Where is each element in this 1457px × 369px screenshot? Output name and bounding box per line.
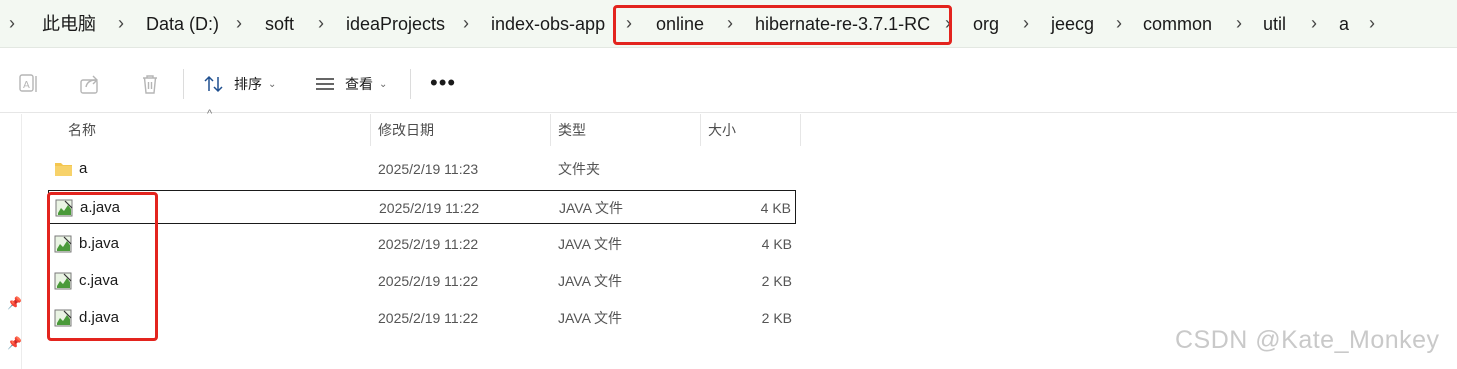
chevron-down-icon: ⌄: [268, 78, 277, 90]
file-type: 文件夹: [558, 161, 600, 177]
chevron-right-icon[interactable]: ›: [1116, 0, 1122, 48]
column-divider[interactable]: [700, 114, 701, 146]
breadcrumb-item-ideaprojects[interactable]: ideaProjects: [346, 0, 445, 48]
file-modified: 2025/2/19 11:22: [379, 200, 480, 216]
column-divider[interactable]: [370, 114, 371, 146]
file-type: JAVA 文件: [558, 310, 623, 326]
file-row[interactable]: c.java 2025/2/19 11:22 JAVA 文件 2 KB: [48, 264, 796, 298]
chevron-right-icon[interactable]: ›: [9, 0, 15, 48]
more-options-button[interactable]: •••: [430, 69, 456, 97]
column-divider[interactable]: [550, 114, 551, 146]
file-size: 2 KB: [761, 310, 792, 326]
column-header-size[interactable]: 大小: [708, 114, 736, 148]
chevron-right-icon[interactable]: ›: [1369, 0, 1375, 48]
file-type: JAVA 文件: [558, 273, 623, 289]
annotation-highlight-breadcrumb: [613, 5, 952, 45]
rename-button[interactable]: A: [18, 67, 40, 101]
sort-label: 排序: [234, 76, 262, 92]
share-button[interactable]: [79, 67, 101, 101]
rename-icon: A: [19, 74, 37, 92]
file-type: JAVA 文件: [559, 200, 624, 216]
annotation-highlight-files: [47, 192, 158, 341]
file-row[interactable]: b.java 2025/2/19 11:22 JAVA 文件 4 KB: [48, 227, 796, 261]
list-view-icon: [316, 78, 334, 90]
file-size: 4 KB: [760, 200, 791, 216]
file-modified: 2025/2/19 11:22: [378, 236, 479, 252]
delete-button[interactable]: [139, 67, 161, 101]
sort-button[interactable]: 排序 ⌄: [203, 67, 276, 101]
view-label: 查看: [345, 76, 373, 92]
breadcrumb-item-common[interactable]: common: [1143, 0, 1212, 48]
file-type: JAVA 文件: [558, 236, 623, 252]
breadcrumb-item-soft[interactable]: soft: [265, 0, 294, 48]
file-modified: 2025/2/19 11:22: [378, 310, 479, 326]
view-button[interactable]: 查看 ⌄: [314, 67, 387, 101]
chevron-down-icon: ⌄: [379, 78, 388, 90]
navigation-pane-edge[interactable]: 📌 📌: [0, 114, 22, 369]
sort-arrows-icon: [204, 75, 223, 93]
file-row[interactable]: d.java 2025/2/19 11:22 JAVA 文件 2 KB: [48, 301, 796, 335]
share-icon: [80, 75, 98, 94]
folder-icon: [55, 163, 72, 176]
toolbar-divider: [410, 69, 411, 99]
trash-icon: [143, 75, 157, 94]
column-header-type[interactable]: 类型: [558, 114, 586, 148]
chevron-right-icon[interactable]: ›: [236, 0, 242, 48]
file-modified: 2025/2/19 11:23: [378, 161, 479, 177]
breadcrumb-item-this-pc[interactable]: 此电脑: [42, 0, 96, 48]
file-modified: 2025/2/19 11:22: [378, 273, 479, 289]
watermark-text: CSDN @Kate_Monkey: [1175, 326, 1440, 354]
breadcrumb-item-data-drive[interactable]: Data (D:): [146, 0, 219, 48]
chevron-right-icon[interactable]: ›: [463, 0, 469, 48]
breadcrumb-item-jeecg[interactable]: jeecg: [1051, 0, 1094, 48]
column-header-modified[interactable]: 修改日期: [378, 114, 434, 148]
breadcrumb-item-org[interactable]: org: [973, 0, 999, 48]
breadcrumb-item-a[interactable]: a: [1339, 0, 1349, 48]
sort-ascending-icon: ^: [207, 108, 213, 120]
chevron-right-icon[interactable]: ›: [1236, 0, 1242, 48]
file-row-selected[interactable]: a.java 2025/2/19 11:22 JAVA 文件 4 KB: [48, 190, 796, 224]
command-toolbar: A 排序 ⌄ 查看 ⌄ •••: [0, 55, 1457, 113]
file-size: 2 KB: [761, 273, 792, 289]
file-row[interactable]: a 2025/2/19 11:23 文件夹: [48, 152, 796, 186]
file-size: 4 KB: [761, 236, 792, 252]
pin-icon[interactable]: 📌: [7, 336, 22, 350]
column-header-name[interactable]: 名称: [68, 114, 96, 148]
chevron-right-icon[interactable]: ›: [1311, 0, 1317, 48]
toolbar-divider: [183, 69, 184, 99]
pin-icon[interactable]: 📌: [7, 296, 22, 310]
chevron-right-icon[interactable]: ›: [118, 0, 124, 48]
column-divider[interactable]: [800, 114, 801, 146]
file-name[interactable]: a: [79, 152, 87, 186]
svg-text:A: A: [23, 80, 30, 91]
breadcrumb-item-index-obs-app[interactable]: index-obs-app: [491, 0, 605, 48]
chevron-right-icon[interactable]: ›: [318, 0, 324, 48]
breadcrumb-item-util[interactable]: util: [1263, 0, 1286, 48]
chevron-right-icon[interactable]: ›: [1023, 0, 1029, 48]
